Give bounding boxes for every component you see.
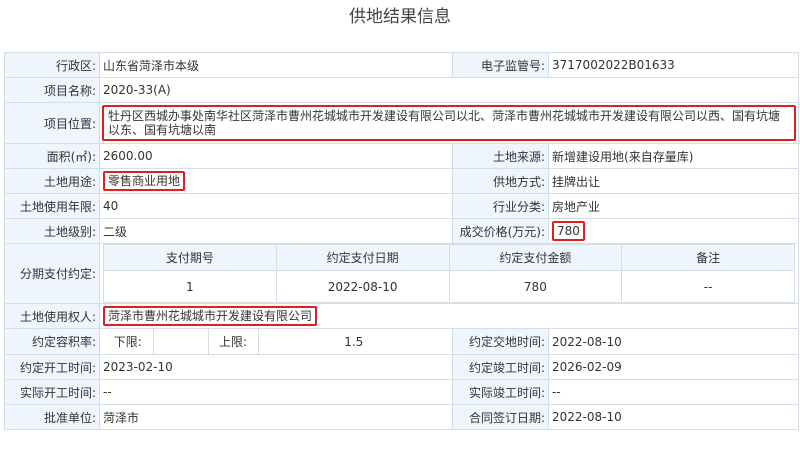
installment-cell: 780 — [448, 270, 623, 303]
supervision-value: 3717002022B01633 — [548, 52, 800, 78]
plot-ratio-label: 约定容积率: — [4, 328, 100, 355]
table-row: 批准单位: 菏泽市 合同签订日期: 2022-08-10 — [4, 404, 800, 430]
location-value: 牡丹区西城办事处南华社区菏泽市曹州花城城市开发建设有限公司以北、菏泽市曹州花城城… — [102, 105, 797, 141]
table-row: 项目名称: 2020-33(A) — [4, 77, 800, 103]
installment-header-row: 支付期号 约定支付日期 约定支付金额 备注 — [103, 244, 796, 271]
page-title: 供地结果信息 — [349, 7, 451, 27]
contract-date-value: 2022-08-10 — [548, 404, 800, 430]
land-grade-label: 土地级别: — [4, 218, 100, 244]
installment-cell: 2022-08-10 — [275, 270, 450, 303]
lower-value — [152, 329, 209, 354]
land-source-value: 新增建设用地(来自存量库) — [548, 143, 800, 169]
supply-method-value: 挂牌出让 — [548, 168, 800, 194]
start-label: 约定开工时间: — [4, 354, 100, 380]
table-row: 项目位置: 牡丹区西城办事处南华社区菏泽市曹州花城城市开发建设有限公司以北、菏泽… — [4, 102, 800, 144]
actual-start-label: 实际开工时间: — [4, 379, 100, 405]
start-value: 2023-02-10 — [98, 354, 454, 380]
installment-cell: 1 — [103, 270, 277, 303]
price-value: 780 — [552, 221, 585, 241]
table-row: 约定开工时间: 2023-02-10 约定竣工时间: 2026-02-09 — [4, 354, 800, 380]
table-row: 行政区: 山东省菏泽市本级 电子监管号: 3717002022B01633 — [4, 52, 800, 78]
actual-start-value: -- — [98, 379, 454, 405]
supervision-label: 电子监管号: — [452, 52, 550, 78]
land-use-label: 土地用途: — [4, 168, 100, 194]
installment-header: 备注 — [621, 244, 796, 271]
use-years-label: 土地使用年限: — [4, 193, 100, 219]
supply-method-label: 供地方式: — [452, 168, 550, 194]
actual-complete-value: -- — [548, 379, 800, 405]
handover-label: 约定交地时间: — [452, 328, 550, 355]
upper-value: 1.5 — [257, 329, 450, 354]
table-row: 土地级别: 二级 成交价格(万元): 780 — [4, 218, 800, 244]
installment-header: 支付期号 — [103, 244, 277, 271]
plot-ratio-table: 下限: 上限: 1.5 — [103, 329, 450, 354]
project-name-value: 2020-33(A) — [98, 77, 800, 103]
table-row: 土地使用年限: 40 行业分类: 房地产业 — [4, 193, 800, 219]
industry-label: 行业分类: — [452, 193, 550, 219]
installment-header: 约定支付日期 — [275, 244, 450, 271]
approval-label: 批准单位: — [4, 404, 100, 430]
land-supply-table: 行政区: 山东省菏泽市本级 电子监管号: 3717002022B01633 项目… — [4, 52, 800, 430]
land-use-value: 零售商业用地 — [103, 171, 186, 191]
price-label: 成交价格(万元): — [452, 218, 550, 244]
complete-value: 2026-02-09 — [548, 354, 800, 380]
project-name-label: 项目名称: — [4, 77, 100, 103]
contract-date-label: 合同签订日期: — [452, 404, 550, 430]
lower-label: 下限: — [103, 329, 154, 354]
table-row: 土地使用权人: 菏泽市曹州花城城市开发建设有限公司 — [4, 303, 800, 329]
use-years-value: 40 — [98, 193, 454, 219]
district-value: 山东省菏泽市本级 — [98, 52, 454, 78]
land-grade-value: 二级 — [98, 218, 454, 244]
user-value: 菏泽市曹州花城城市开发建设有限公司 — [103, 306, 318, 326]
actual-complete-label: 实际竣工时间: — [452, 379, 550, 405]
installment-cell: -- — [621, 270, 796, 303]
installment-label: 分期支付约定: — [4, 243, 100, 304]
installment-header: 约定支付金额 — [448, 244, 623, 271]
table-row: 面积(㎡): 2600.00 土地来源: 新增建设用地(来自存量库) — [4, 143, 800, 169]
district-label: 行政区: — [4, 52, 100, 78]
land-source-label: 土地来源: — [452, 143, 550, 169]
table-row: 约定容积率: 下限: 上限: 1.5 约定交地时间: 2022-08-10 — [4, 328, 800, 355]
user-label: 土地使用权人: — [4, 303, 100, 329]
location-label: 项目位置: — [4, 102, 100, 144]
approval-value: 菏泽市 — [98, 404, 454, 430]
table-row: 实际开工时间: -- 实际竣工时间: -- — [4, 379, 800, 405]
handover-value: 2022-08-10 — [548, 328, 800, 355]
area-value: 2600.00 — [98, 143, 454, 169]
installment-table: 支付期号 约定支付日期 约定支付金额 备注 1 2022-08-10 780 -… — [103, 244, 796, 303]
complete-label: 约定竣工时间: — [452, 354, 550, 380]
upper-label: 上限: — [207, 329, 259, 354]
table-row: 分期支付约定: 支付期号 约定支付日期 约定支付金额 备注 1 2022-08-… — [4, 243, 800, 304]
table-row: 土地用途: 零售商业用地 供地方式: 挂牌出让 — [4, 168, 800, 194]
area-label: 面积(㎡): — [4, 143, 100, 169]
installment-row: 1 2022-08-10 780 -- — [103, 270, 796, 303]
industry-value: 房地产业 — [548, 193, 800, 219]
